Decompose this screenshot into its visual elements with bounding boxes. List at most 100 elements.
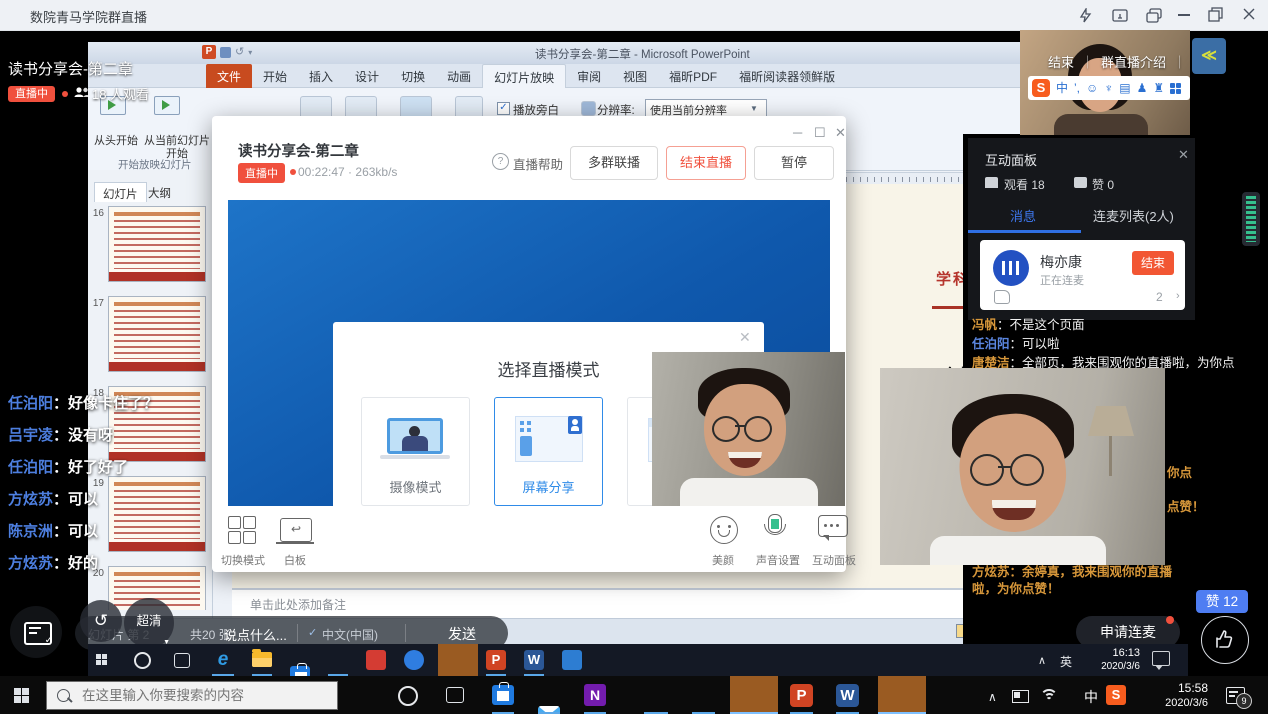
photos-icon[interactable] — [562, 650, 582, 670]
file-explorer-icon[interactable] — [252, 652, 272, 667]
app-close-icon[interactable]: ✕ — [835, 126, 846, 139]
whiteboard-label[interactable]: 白板 — [272, 552, 318, 568]
voice-input-icon[interactable]: ♆ — [1104, 81, 1113, 95]
slide-thumbnail[interactable]: 16 — [90, 206, 210, 282]
sogou-logo-icon[interactable]: S — [1032, 79, 1050, 97]
emoji-icon[interactable]: ☺ — [1086, 81, 1098, 95]
word-taskbar-icon[interactable]: W — [836, 684, 859, 707]
ribbon-tab[interactable]: 插入 — [298, 64, 344, 88]
start-button[interactable] — [14, 688, 29, 703]
skin-icon[interactable]: ♜ — [1153, 81, 1164, 95]
display-icon[interactable] — [1012, 690, 1029, 703]
ribbon-tab[interactable]: 福昕PDF — [658, 64, 728, 88]
sound-settings-label[interactable]: 声音设置 — [750, 552, 806, 568]
whiteboard-icon[interactable]: ↩ — [280, 518, 312, 542]
sogou-tray-icon[interactable]: S — [1106, 685, 1126, 705]
punctuation-icon[interactable]: ’, — [1074, 81, 1080, 95]
tray-expand-icon[interactable]: ∧ — [1038, 654, 1046, 667]
mode-screenshare-label[interactable]: 屏幕分享 — [495, 477, 602, 496]
ribbon-tab[interactable]: 文件 — [206, 64, 252, 88]
like-button[interactable] — [1201, 616, 1249, 664]
send-button[interactable]: 发送 — [448, 624, 476, 644]
ribbon-tab[interactable]: 审阅 — [566, 64, 612, 88]
dialog-close-icon[interactable]: ✕ — [739, 330, 751, 344]
user-icon[interactable]: ♟ — [1137, 81, 1148, 95]
quality-button[interactable]: 超清▼ — [124, 598, 174, 648]
cortana-icon[interactable] — [398, 686, 418, 706]
switch-screen-button[interactable]: ↺ — [80, 600, 122, 642]
powerpoint-app-icon[interactable]: P — [202, 45, 216, 59]
tray-expand-icon[interactable]: ∧ — [988, 690, 997, 704]
mode-camera-label[interactable]: 摄像模式 — [362, 477, 469, 496]
store-icon[interactable] — [492, 685, 514, 705]
help-icon[interactable]: ? — [492, 153, 509, 170]
interaction-panel-icon[interactable] — [818, 515, 848, 537]
app-maximize-icon[interactable]: ☐ — [814, 126, 826, 139]
help-label[interactable]: 直播帮助 — [513, 154, 563, 173]
interaction-panel-label[interactable]: 互动面板 — [806, 552, 862, 568]
pin-window-icon[interactable] — [1112, 8, 1128, 23]
ribbon-tab[interactable]: 切换 — [390, 64, 436, 88]
mode-camera-card[interactable]: 摄像模式 — [361, 397, 470, 506]
tab-mic-list[interactable]: 连麦列表(2人) — [1093, 206, 1174, 225]
app-minimize-icon[interactable]: ─ — [793, 126, 802, 139]
ribbon-tab[interactable]: 视图 — [612, 64, 658, 88]
search-input[interactable] — [80, 687, 314, 704]
group-live-intro-link[interactable]: 群直播介绍 — [1101, 55, 1166, 70]
soft-keyboard-icon[interactable]: ▤ — [1119, 81, 1130, 95]
close-icon[interactable] — [1242, 7, 1256, 21]
ime-skin-badge-icon[interactable]: ≪ — [1192, 38, 1226, 74]
pane-tab-slides[interactable]: 幻灯片 — [94, 182, 147, 202]
ribbon-tab[interactable]: 设计 — [344, 64, 390, 88]
word-taskbar-icon[interactable]: W — [524, 650, 544, 670]
ribbon-tab[interactable]: 动画 — [436, 64, 482, 88]
chevron-right-icon[interactable]: › — [1176, 290, 1180, 302]
restore-icon[interactable] — [1208, 7, 1223, 22]
cortana-icon[interactable] — [134, 652, 151, 669]
pane-tab-outline[interactable]: 大纲 — [140, 182, 179, 202]
ime-mode-icon[interactable]: 中 — [1056, 81, 1068, 95]
end-stream-link[interactable]: 结束 — [1048, 55, 1074, 70]
toolbox-grid-icon[interactable] — [1170, 83, 1181, 94]
dropdown-caret-icon[interactable]: ▼ — [750, 104, 758, 113]
multi-group-broadcast-button[interactable]: 多群联播 — [570, 146, 658, 180]
onenote-icon[interactable]: N — [584, 684, 606, 706]
end-mic-button[interactable]: 结束 — [1132, 251, 1174, 275]
quick-share-icon[interactable] — [1078, 8, 1093, 23]
slide-thumbnail[interactable]: 17 — [90, 296, 210, 372]
start-button[interactable] — [96, 654, 107, 665]
wifi-icon[interactable] — [1040, 689, 1056, 701]
minimize-icon[interactable] — [1178, 14, 1190, 16]
beauty-icon[interactable] — [710, 516, 738, 544]
task-view-icon[interactable] — [446, 687, 464, 703]
ribbon-tab[interactable]: 开始 — [252, 64, 298, 88]
ime-indicator[interactable]: 英 — [1060, 653, 1072, 670]
taskbar-search[interactable] — [46, 681, 338, 710]
action-center-icon[interactable] — [1152, 651, 1170, 666]
netdisk-icon[interactable] — [404, 650, 424, 670]
youdao-icon[interactable] — [366, 650, 386, 670]
inner-clock[interactable]: 16:13 2020/3/6 — [1084, 647, 1140, 673]
save-icon[interactable] — [220, 47, 231, 58]
mode-screenshare-card[interactable]: 屏幕分享 — [494, 397, 603, 506]
switch-mode-label[interactable]: 切换模式 — [214, 552, 272, 568]
qat-dropdown-icon[interactable]: ▾ — [248, 48, 252, 57]
from-current-icon[interactable] — [154, 96, 180, 115]
switch-mode-icon[interactable] — [228, 516, 256, 544]
undo-icon[interactable]: ↺ — [235, 47, 244, 58]
from-start-label[interactable]: 从头开始 — [90, 132, 142, 148]
ime-indicator[interactable]: 中 — [1084, 687, 1098, 707]
narration-checkbox[interactable]: ✓ — [497, 102, 510, 115]
outer-clock[interactable]: 15:58 2020/3/6 — [1140, 681, 1208, 711]
tab-messages[interactable]: 消息 — [1010, 206, 1036, 225]
notes-toggle-button[interactable]: ✓ — [10, 606, 62, 658]
edge-icon[interactable]: e — [212, 649, 234, 671]
powerpoint-taskbar-icon[interactable]: P — [790, 684, 813, 707]
notes-placeholder[interactable]: 单击此处添加备注 — [250, 596, 346, 613]
beauty-label[interactable]: 美颜 — [700, 552, 746, 568]
task-view-icon[interactable] — [174, 653, 190, 668]
panel-close-icon[interactable]: ✕ — [1178, 148, 1189, 161]
ribbon-tab[interactable]: 福昕阅读器领鲜版 — [728, 64, 846, 88]
tabs-icon[interactable] — [1146, 8, 1162, 23]
powerpoint-taskbar-icon[interactable]: P — [486, 650, 506, 670]
